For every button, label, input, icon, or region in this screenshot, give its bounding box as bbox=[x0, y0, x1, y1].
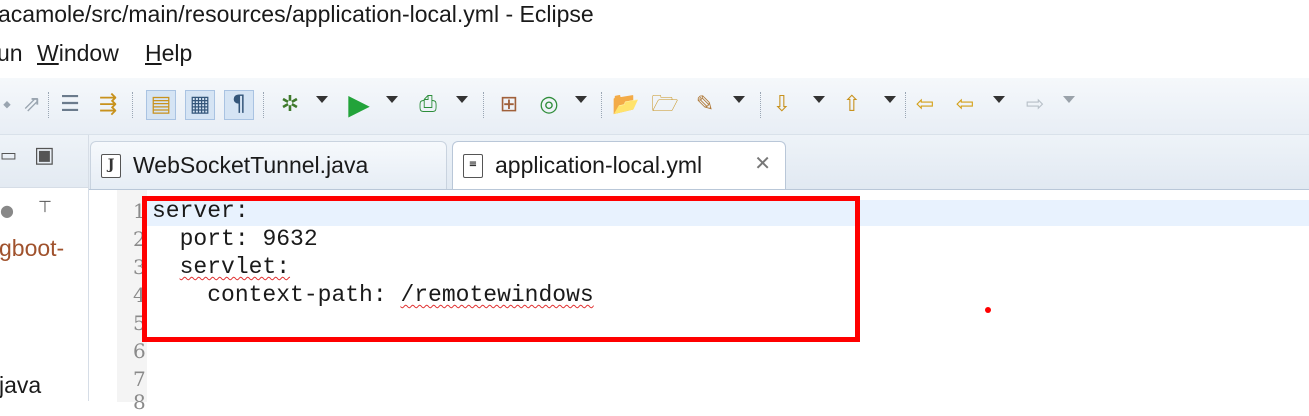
menu-bar: un Window Help bbox=[0, 36, 1309, 74]
toggle-mark-occurrences-icon[interactable]: ⇶ bbox=[93, 90, 123, 120]
toolbar-separator bbox=[905, 92, 908, 118]
window-title-bar: acamole/src/main/resources/application-l… bbox=[0, 0, 1309, 34]
java-file-icon: J bbox=[101, 154, 121, 178]
collapse-icon[interactable]: ● bbox=[0, 201, 14, 220]
open-type-icon[interactable]: ⊞ bbox=[494, 90, 524, 120]
tab-application-local-yml[interactable]: ≡ application-local.yml ✕ bbox=[452, 141, 786, 190]
toolbar-separator bbox=[760, 92, 763, 118]
menu-run-label: un bbox=[0, 40, 23, 66]
step-icon[interactable]: ⇗ bbox=[17, 90, 47, 120]
debug-icon[interactable]: ✲ bbox=[275, 90, 305, 120]
window-title: acamole/src/main/resources/application-l… bbox=[0, 1, 594, 27]
close-icon[interactable]: ✕ bbox=[754, 151, 771, 175]
toolbar-separator bbox=[263, 92, 266, 118]
toolbar-separator bbox=[132, 92, 135, 118]
step-return-icon[interactable]: ☰ bbox=[55, 90, 85, 120]
annotation-dot bbox=[985, 307, 991, 313]
menu-window[interactable]: Window bbox=[37, 40, 119, 67]
tab-label: application-local.yml bbox=[495, 152, 703, 178]
package-explorer-panel: ▭ ▣ ● ⊤ gboot- java bbox=[0, 135, 89, 401]
forward-icon[interactable]: ⇨ bbox=[1020, 90, 1050, 120]
project-name-partial[interactable]: gboot- bbox=[0, 235, 64, 262]
forward-dropdown-icon[interactable] bbox=[1063, 96, 1075, 103]
search-icon[interactable]: ✎ bbox=[690, 90, 720, 120]
toolbar-separator bbox=[601, 92, 604, 118]
open-project-icon[interactable]: 🗁 bbox=[650, 90, 680, 120]
package-explorer-header: ▭ ▣ bbox=[0, 135, 88, 188]
menu-help-mnemonic: H bbox=[145, 40, 162, 66]
tab-websockettunnel-java[interactable]: J WebSocketTunnel.java bbox=[90, 141, 447, 189]
toolbar-separator bbox=[48, 92, 51, 118]
previous-annotation-icon[interactable]: ⇧ bbox=[837, 90, 867, 120]
new-class-icon[interactable]: ◎ bbox=[534, 90, 564, 120]
annotation-highlight-box bbox=[142, 196, 860, 342]
editor-tab-strip: J WebSocketTunnel.java ≡ application-loc… bbox=[89, 135, 1309, 190]
toggle-word-wrap-icon[interactable]: ▦ bbox=[185, 90, 215, 120]
menu-help-label: elp bbox=[161, 40, 193, 66]
debug-dropdown-icon[interactable] bbox=[316, 96, 328, 103]
view-menu-icon[interactable]: ⊤ bbox=[38, 197, 52, 216]
run-dropdown-icon[interactable] bbox=[386, 96, 398, 103]
run-icon[interactable]: ▶ bbox=[344, 90, 374, 120]
tab-label: WebSocketTunnel.java bbox=[133, 152, 369, 178]
minimize-icon[interactable]: ▭ bbox=[0, 145, 17, 166]
run-external-tool-icon[interactable]: ⎙ bbox=[413, 90, 443, 120]
external-tool-dropdown-icon[interactable] bbox=[456, 96, 468, 103]
toolbar-separator bbox=[483, 92, 486, 118]
line-number: 8 bbox=[133, 390, 146, 414]
menu-run[interactable]: un bbox=[0, 40, 23, 67]
new-class-dropdown-icon[interactable] bbox=[575, 96, 587, 103]
previous-annotation-dropdown-icon[interactable] bbox=[884, 96, 896, 103]
next-annotation-icon[interactable]: ⇩ bbox=[767, 90, 797, 120]
toggle-block-select-icon[interactable]: ▤ bbox=[146, 90, 176, 120]
menu-window-mnemonic: W bbox=[37, 40, 59, 66]
java-file-partial[interactable]: java bbox=[0, 372, 41, 399]
show-whitespace-icon[interactable]: ¶ bbox=[224, 90, 254, 120]
next-annotation-dropdown-icon[interactable] bbox=[813, 96, 825, 103]
main-toolbar: ⬩ ⇗ ☰ ⇶ ▤ ▦ ¶ ✲ ▶ ⎙ ⊞ ◎ 📂 🗁 ✎ ⇩ ⇧ ⇦ ⇦ ⇨ bbox=[0, 78, 1309, 135]
back-icon[interactable]: ⇦ bbox=[950, 90, 980, 120]
open-folder-icon[interactable]: 📂 bbox=[611, 90, 641, 120]
maximize-icon[interactable]: ▣ bbox=[34, 143, 55, 168]
menu-window-label: indow bbox=[58, 40, 119, 66]
menu-help[interactable]: Help bbox=[145, 40, 192, 67]
last-edit-location-icon[interactable]: ⇦ bbox=[910, 90, 940, 120]
search-dropdown-icon[interactable] bbox=[733, 96, 745, 103]
back-dropdown-icon[interactable] bbox=[993, 96, 1005, 103]
text-file-icon: ≡ bbox=[463, 154, 483, 178]
